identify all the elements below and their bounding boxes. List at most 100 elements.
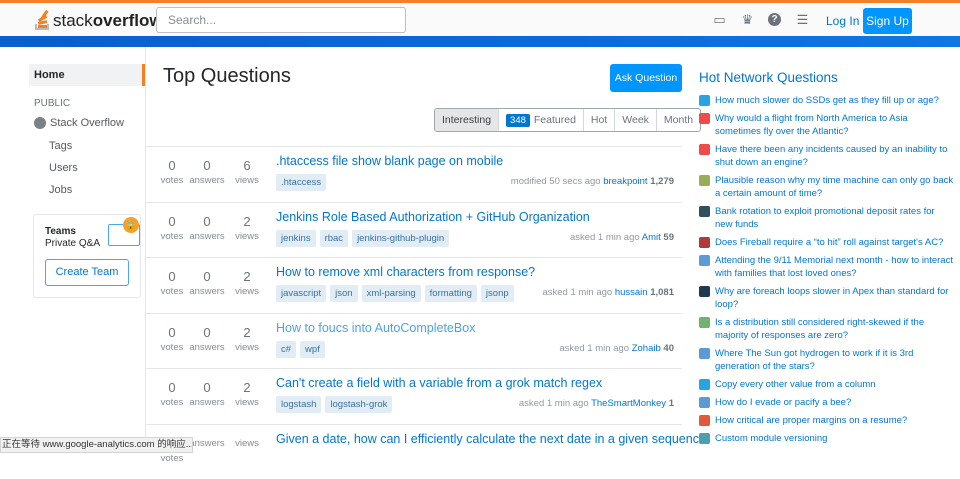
answers-label: answers xyxy=(187,231,227,242)
site-icon xyxy=(699,206,710,217)
site-icon xyxy=(699,415,710,426)
hot-network-questions: Hot Network Questions How much slower do… xyxy=(699,70,954,450)
user-link[interactable]: Amit xyxy=(642,232,661,243)
hnq-item[interactable]: Where The Sun got hydrogen to work if it… xyxy=(699,347,954,373)
left-sidebar: Home PUBLIC Stack Overflow Tags Users Jo… xyxy=(0,47,146,453)
help-icon[interactable]: ? xyxy=(768,13,781,26)
tab-week[interactable]: Week xyxy=(614,109,656,131)
sidebar-item-users[interactable]: Users xyxy=(49,162,78,174)
votes-count: 0votes xyxy=(152,380,192,408)
tag[interactable]: .htaccess xyxy=(276,174,326,191)
tag[interactable]: xml-parsing xyxy=(362,285,421,302)
hnq-link[interactable]: How do I evade or pacify a bee? xyxy=(715,396,851,409)
hnq-item[interactable]: Why are foreach loops slower in Apex tha… xyxy=(699,285,954,311)
tag[interactable]: javascript xyxy=(276,285,326,302)
question-action-time: asked 1 min ago xyxy=(559,343,629,354)
answers-number: 0 xyxy=(187,158,227,173)
tag[interactable]: c# xyxy=(276,341,296,358)
hnq-item[interactable]: How do I evade or pacify a bee? xyxy=(699,396,954,409)
votes-count: 0votes xyxy=(152,325,192,353)
hnq-link[interactable]: Bank rotation to exploit promotional dep… xyxy=(715,205,954,231)
hnq-item[interactable]: Attending the 9/11 Memorial next month -… xyxy=(699,254,954,280)
trophy-icon[interactable]: ♛ xyxy=(740,13,755,27)
search-input[interactable]: Search... xyxy=(156,7,406,33)
inbox-icon[interactable]: ▭ xyxy=(712,13,727,27)
hnq-link[interactable]: Copy every other value from a column xyxy=(715,378,876,391)
hnq-link[interactable]: Does Fireball require a “to hit” roll ag… xyxy=(715,236,943,249)
user-link[interactable]: Zohaib xyxy=(632,343,661,354)
hnq-item[interactable]: Why would a flight from North America to… xyxy=(699,112,954,138)
tab-interesting[interactable]: Interesting xyxy=(435,109,498,131)
sidebar-item-jobs[interactable]: Jobs xyxy=(49,184,72,196)
user-link[interactable]: hussain xyxy=(615,287,648,298)
tag[interactable]: wpf xyxy=(300,341,325,358)
hnq-item[interactable]: How much slower do SSDs get as they fill… xyxy=(699,94,954,107)
sidebar-item-tags[interactable]: Tags xyxy=(49,140,72,152)
views-count: 2views xyxy=(227,325,267,353)
views-number: 6 xyxy=(227,158,267,173)
hnq-link[interactable]: Where The Sun got hydrogen to work if it… xyxy=(715,347,954,373)
hnq-item[interactable]: Have there been any incidents caused by … xyxy=(699,143,954,169)
tab-month[interactable]: Month xyxy=(656,109,700,131)
user-link[interactable]: TheSmartMonkey xyxy=(591,398,666,409)
tab-label: Featured xyxy=(534,109,576,131)
tag[interactable]: logstash xyxy=(276,396,321,413)
tag-list: logstashlogstash-grok xyxy=(276,396,392,413)
votes-number: 0 xyxy=(152,325,192,340)
tag[interactable]: jsonp xyxy=(481,285,514,302)
question-title-link[interactable]: Jenkins Role Based Authorization + GitHu… xyxy=(276,210,590,224)
question-title-link[interactable]: Given a date, how can I efficiently calc… xyxy=(276,432,706,446)
page-title: Top Questions xyxy=(163,65,291,88)
hnq-item[interactable]: Is a distribution still considered right… xyxy=(699,316,954,342)
tag[interactable]: json xyxy=(330,285,357,302)
stackoverflow-logo[interactable]: stackoverflow xyxy=(34,11,163,31)
answers-count: answers xyxy=(187,436,227,449)
sidebar-item-stack-overflow[interactable]: Stack Overflow xyxy=(34,117,124,129)
hnq-item[interactable]: Custom module versioning xyxy=(699,432,954,445)
hnq-link[interactable]: Plausible reason why my time machine can… xyxy=(715,174,954,200)
question-meta: asked 1 min ago Zohaib 40 xyxy=(559,343,674,354)
question-title-link[interactable]: .htaccess file show blank page on mobile xyxy=(276,154,503,168)
tab-featured[interactable]: 348Featured xyxy=(498,109,583,131)
sidebar-item-home[interactable]: Home xyxy=(29,64,145,86)
views-label: views xyxy=(227,286,267,297)
user-link[interactable]: breakpoint xyxy=(603,176,647,187)
answers-number: 0 xyxy=(187,214,227,229)
tag-list: jenkinsrbacjenkins-github-plugin xyxy=(276,230,449,247)
tag[interactable]: jenkins-github-plugin xyxy=(352,230,449,247)
create-team-button[interactable]: Create Team xyxy=(45,259,129,286)
question-title-link[interactable]: Can't create a field with a variable fro… xyxy=(276,376,602,390)
hnq-item[interactable]: Copy every other value from a column xyxy=(699,378,954,391)
hnq-item[interactable]: Does Fireball require a “to hit” roll ag… xyxy=(699,236,954,249)
hnq-link[interactable]: Why would a flight from North America to… xyxy=(715,112,954,138)
tag[interactable]: rbac xyxy=(320,230,348,247)
login-link[interactable]: Log In xyxy=(826,14,859,28)
hnq-link[interactable]: How critical are proper margins on a res… xyxy=(715,414,907,427)
tab-hot[interactable]: Hot xyxy=(583,109,614,131)
question-filter-tabs: Interesting 348Featured Hot Week Month xyxy=(434,108,701,132)
question-meta: asked 1 min ago hussain 1,081 xyxy=(542,287,674,298)
hnq-link[interactable]: How much slower do SSDs get as they fill… xyxy=(715,94,939,107)
views-number: 2 xyxy=(227,269,267,284)
site-icon xyxy=(699,286,710,297)
hnq-item[interactable]: Plausible reason why my time machine can… xyxy=(699,174,954,200)
hnq-link[interactable]: Why are foreach loops slower in Apex tha… xyxy=(715,285,954,311)
hnq-link[interactable]: Have there been any incidents caused by … xyxy=(715,143,954,169)
hnq-link[interactable]: Attending the 9/11 Memorial next month -… xyxy=(715,254,954,280)
question-title-link[interactable]: How to foucs into AutoCompleteBox xyxy=(276,321,475,335)
question-title-link[interactable]: How to remove xml characters from respon… xyxy=(276,265,535,279)
hnq-link[interactable]: Is a distribution still considered right… xyxy=(715,316,954,342)
votes-count: 0votes xyxy=(152,269,192,297)
hnq-item[interactable]: How critical are proper margins on a res… xyxy=(699,414,954,427)
votes-number: 0 xyxy=(152,380,192,395)
tag[interactable]: formatting xyxy=(425,285,477,302)
ask-question-button[interactable]: Ask Question xyxy=(610,64,682,92)
views-label: views xyxy=(227,397,267,408)
hnq-item[interactable]: Bank rotation to exploit promotional dep… xyxy=(699,205,954,231)
hnq-link[interactable]: Custom module versioning xyxy=(715,432,827,445)
site-switcher-icon[interactable]: ☰ xyxy=(795,13,810,27)
site-icon xyxy=(699,255,710,266)
tag[interactable]: logstash-grok xyxy=(325,396,392,413)
tag[interactable]: jenkins xyxy=(276,230,316,247)
signup-button[interactable]: Sign Up xyxy=(863,8,912,34)
